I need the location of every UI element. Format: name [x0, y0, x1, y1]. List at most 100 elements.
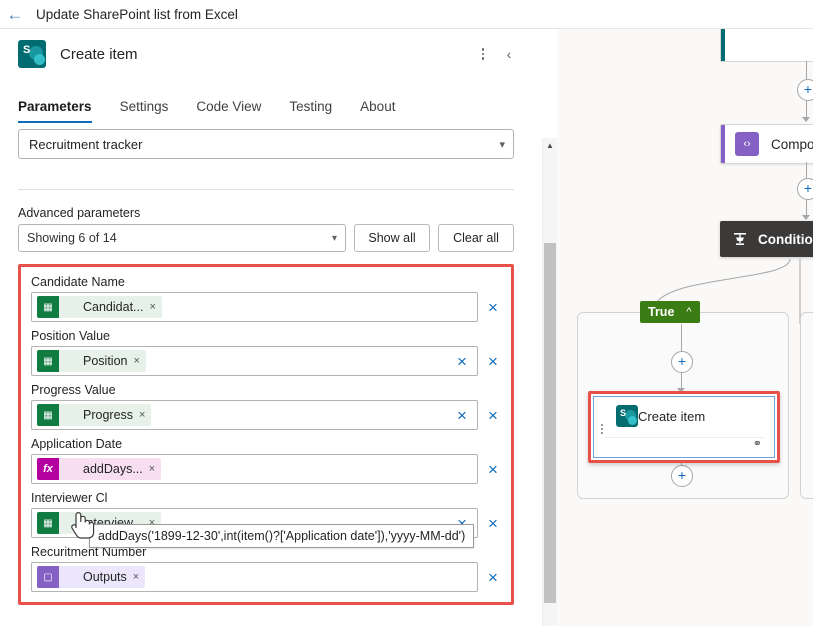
- token-label: Progress: [83, 408, 134, 422]
- advanced-parameters-label: Advanced parameters: [18, 206, 141, 220]
- action-details-panel: S Create item ‹ Parameters Settings Code…: [0, 29, 536, 626]
- candidate-name-input[interactable]: ▦ Candidat... ×: [31, 292, 478, 322]
- flow-canvas: + ‹› Compos + Condition: [557, 29, 813, 626]
- add-action-button[interactable]: +: [797, 79, 813, 101]
- token-label: addDays...: [83, 462, 143, 476]
- add-action-button[interactable]: +: [797, 178, 813, 200]
- chevron-down-icon: ▾: [331, 232, 337, 244]
- token-remove-icon[interactable]: ×: [131, 571, 145, 583]
- true-branch-label: True: [648, 305, 675, 319]
- remove-parameter-icon[interactable]: ×: [485, 569, 501, 586]
- section-divider: [18, 189, 514, 190]
- tab-parameters[interactable]: Parameters: [18, 93, 104, 123]
- compose-icon: ‹›: [735, 132, 759, 156]
- field-label: Candidate Name: [31, 275, 125, 289]
- function-fx-icon: fx: [37, 458, 59, 480]
- remove-parameter-icon[interactable]: ×: [485, 353, 501, 370]
- sharepoint-icon-letter: S: [23, 44, 31, 56]
- add-action-button[interactable]: +: [671, 351, 693, 373]
- scroll-up-arrow-icon[interactable]: ▲: [543, 138, 557, 153]
- kebab-menu-icon[interactable]: [470, 41, 496, 67]
- clear-field-icon[interactable]: ×: [453, 407, 471, 424]
- token-chip[interactable]: ▦ Position ×: [37, 350, 146, 372]
- field-label: Application Date: [31, 437, 123, 451]
- chevron-left-icon[interactable]: ‹: [496, 41, 522, 67]
- show-all-button[interactable]: Show all: [354, 224, 430, 252]
- field-recruitment-number: Recuritment Number ▢ Outputs × ×: [31, 545, 501, 592]
- remove-parameter-icon[interactable]: ×: [485, 299, 501, 316]
- condition-node-label: Condition: [758, 231, 813, 247]
- token-remove-icon[interactable]: ×: [131, 355, 145, 367]
- token-chip[interactable]: ▦ Candidat... ×: [37, 296, 162, 318]
- recruitment-number-input[interactable]: ▢ Outputs ×: [31, 562, 478, 592]
- field-label: Interviewer Cl: [31, 491, 108, 505]
- token-remove-icon[interactable]: ×: [137, 409, 151, 421]
- chevron-down-icon: ▾: [499, 138, 505, 151]
- false-branch-container: [800, 312, 813, 499]
- parameters-highlight-box: Candidate Name ▦ Candidat... × × Positio…: [18, 264, 514, 605]
- sharepoint-icon-letter: S: [620, 408, 627, 418]
- compose-icon: ▢: [37, 566, 59, 588]
- create-item-node[interactable]: S Create item ⚭: [593, 396, 775, 458]
- compose-node-label: Compos: [771, 136, 813, 152]
- panel-scrollbar[interactable]: ▲: [542, 138, 557, 626]
- field-application-date: Application Date fx addDays... × ×: [31, 437, 501, 484]
- remove-parameter-icon[interactable]: ×: [485, 407, 501, 424]
- field-position-value: Position Value ▦ Position × × ×: [31, 329, 501, 376]
- progress-value-input[interactable]: ▦ Progress × ×: [31, 400, 478, 430]
- add-action-button[interactable]: +: [671, 465, 693, 487]
- tab-code-view[interactable]: Code View: [196, 93, 273, 123]
- tab-testing[interactable]: Testing: [289, 93, 344, 123]
- excel-icon: ▦: [37, 296, 59, 318]
- clear-all-button[interactable]: Clear all: [438, 224, 514, 252]
- node-divider: [604, 437, 764, 438]
- chevron-up-icon[interactable]: ^: [686, 306, 691, 318]
- previous-node-partial[interactable]: [720, 29, 813, 62]
- sharepoint-icon: S: [616, 405, 638, 427]
- panel-tabs: Parameters Settings Code View Testing Ab…: [0, 93, 536, 123]
- top-command-bar: ← Update SharePoint list from Excel: [0, 0, 813, 29]
- condition-node[interactable]: Condition: [720, 221, 813, 257]
- token-label: Candidat...: [83, 300, 144, 314]
- token-chip-expression[interactable]: fx addDays... ×: [37, 458, 162, 480]
- list-name-value: Recruitment tracker: [29, 136, 143, 152]
- field-label: Position Value: [31, 329, 110, 343]
- field-label: Progress Value: [31, 383, 116, 397]
- create-item-node-label: Create item: [638, 408, 706, 424]
- token-label: Position: [83, 354, 128, 368]
- panel-header: S Create item ‹: [0, 29, 536, 79]
- application-date-input[interactable]: fx addDays... ×: [31, 454, 478, 484]
- link-icon[interactable]: ⚭: [753, 437, 762, 450]
- clear-field-icon[interactable]: ×: [453, 353, 471, 370]
- remove-parameter-icon[interactable]: ×: [485, 515, 501, 532]
- token-remove-icon[interactable]: ×: [147, 301, 161, 313]
- power-automate-designer: ← Update SharePoint list from Excel S Cr…: [0, 0, 813, 626]
- position-value-input[interactable]: ▦ Position × ×: [31, 346, 478, 376]
- remove-parameter-icon[interactable]: ×: [485, 461, 501, 478]
- field-progress-value: Progress Value ▦ Progress × × ×: [31, 383, 501, 430]
- scrollbar-thumb[interactable]: [544, 243, 556, 603]
- node-drag-handle[interactable]: [601, 424, 603, 434]
- excel-icon: ▦: [37, 512, 59, 534]
- tab-settings[interactable]: Settings: [120, 93, 181, 123]
- token-label: Outputs: [83, 570, 127, 584]
- field-candidate-name: Candidate Name ▦ Candidat... × ×: [31, 275, 501, 322]
- excel-icon: ▦: [37, 404, 59, 426]
- advanced-parameters-select[interactable]: Showing 6 of 14 ▾: [18, 224, 346, 252]
- flow-title: Update SharePoint list from Excel: [36, 6, 238, 22]
- true-branch-badge[interactable]: True ^: [640, 301, 700, 323]
- advanced-parameters-value: Showing 6 of 14: [27, 231, 117, 245]
- create-item-node-highlight[interactable]: S Create item ⚭: [588, 391, 780, 463]
- panel-title: Create item: [60, 45, 138, 63]
- advanced-parameters-row: Showing 6 of 14 ▾ Show all Clear all: [18, 224, 514, 252]
- token-chip[interactable]: ▢ Outputs ×: [37, 566, 146, 588]
- list-name-select[interactable]: Recruitment tracker ▾: [18, 129, 514, 159]
- token-remove-icon[interactable]: ×: [147, 463, 161, 475]
- token-chip[interactable]: ▦ Progress ×: [37, 404, 152, 426]
- tab-about[interactable]: About: [360, 93, 407, 123]
- compose-node[interactable]: ‹› Compos: [720, 124, 813, 164]
- condition-icon: [734, 233, 746, 245]
- back-arrow-icon[interactable]: ←: [0, 0, 30, 28]
- sharepoint-icon: S: [18, 40, 46, 68]
- excel-icon: ▦: [37, 350, 59, 372]
